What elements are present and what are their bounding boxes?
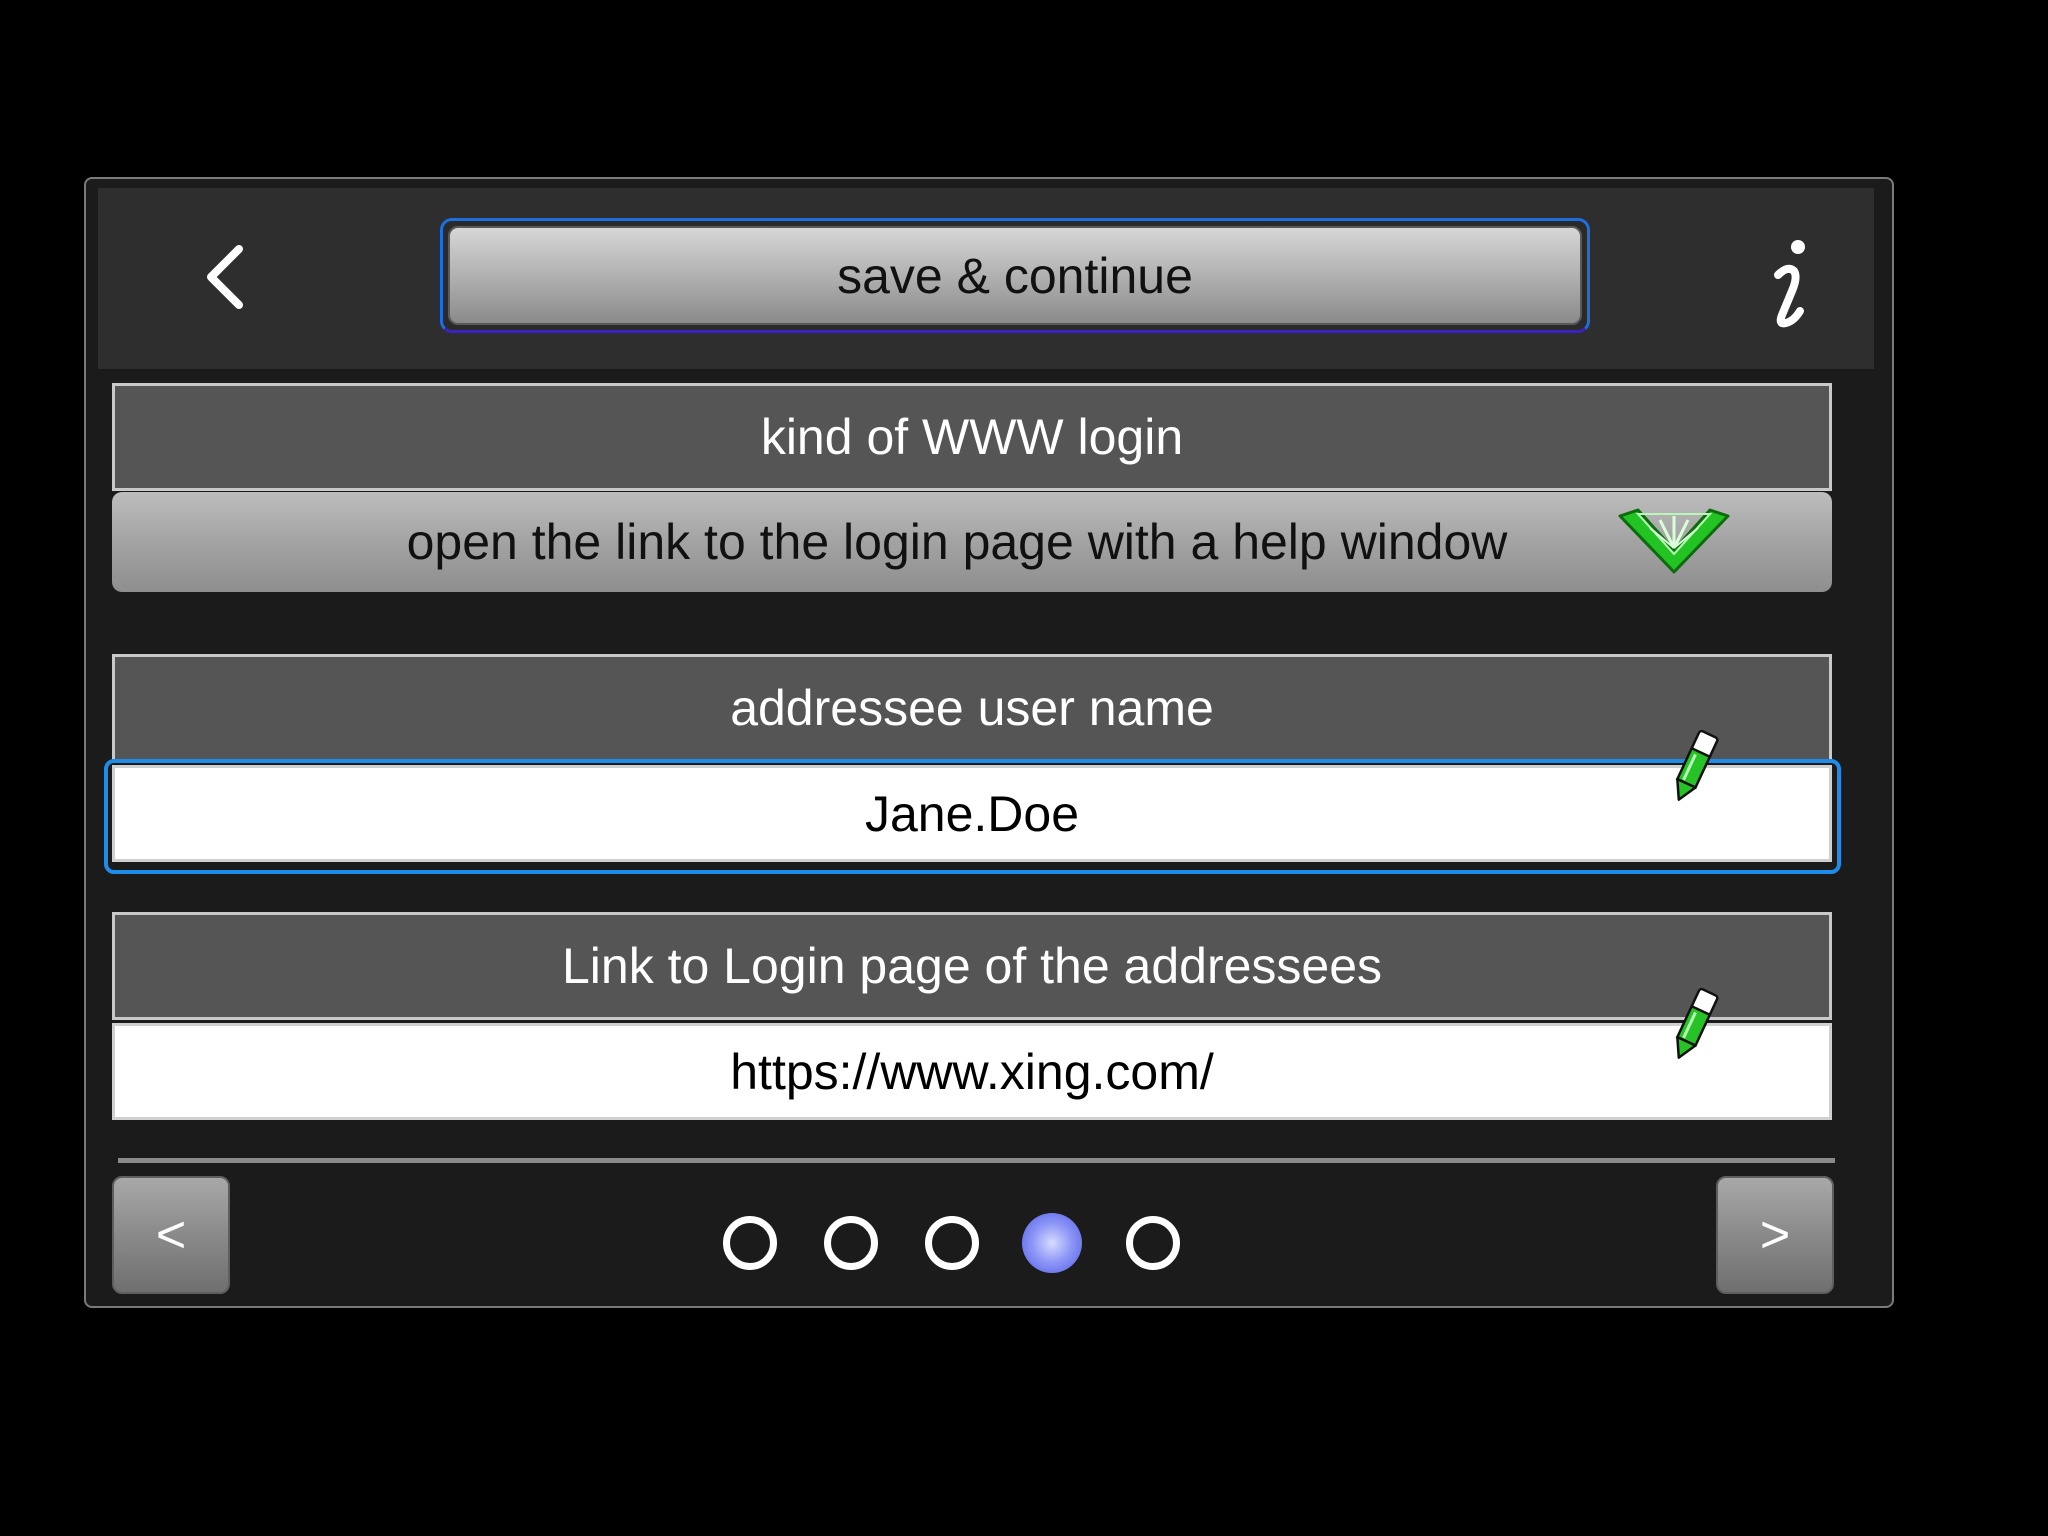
next-page-button[interactable]: > <box>1716 1176 1834 1294</box>
chevron-left-icon[interactable] <box>193 243 261 311</box>
login-link-field[interactable]: https://www.xing.com/ <box>112 1023 1832 1120</box>
page-dot-5[interactable] <box>1126 1216 1180 1270</box>
login-kind-dropdown[interactable]: open the link to the login page with a h… <box>112 492 1832 592</box>
page-dot-2[interactable] <box>824 1216 878 1270</box>
divider <box>118 1158 1835 1163</box>
page-dot-1[interactable] <box>723 1216 777 1270</box>
login-kind-selected: open the link to the login page with a h… <box>406 514 1508 570</box>
login-link-label: Link to Login page of the addressees <box>112 912 1832 1020</box>
page-dot-4-active[interactable] <box>1022 1213 1082 1273</box>
save-button-frame: save & continue <box>440 218 1590 333</box>
user-name-label: addressee user name <box>112 654 1832 762</box>
page-dot-3[interactable] <box>925 1216 979 1270</box>
user-name-field[interactable]: Jane.Doe <box>112 765 1832 862</box>
top-bar: save & continue <box>98 188 1874 369</box>
form-panel: save & continue kind of WWW login open t… <box>84 177 1894 1308</box>
info-icon[interactable] <box>1748 233 1828 333</box>
pen-icon[interactable] <box>1666 985 1722 1065</box>
login-kind-label: kind of WWW login <box>112 383 1832 491</box>
save-continue-button[interactable]: save & continue <box>448 226 1582 325</box>
chevron-down-icon <box>1618 508 1730 574</box>
prev-page-button[interactable]: < <box>112 1176 230 1294</box>
pen-icon[interactable] <box>1666 727 1722 807</box>
